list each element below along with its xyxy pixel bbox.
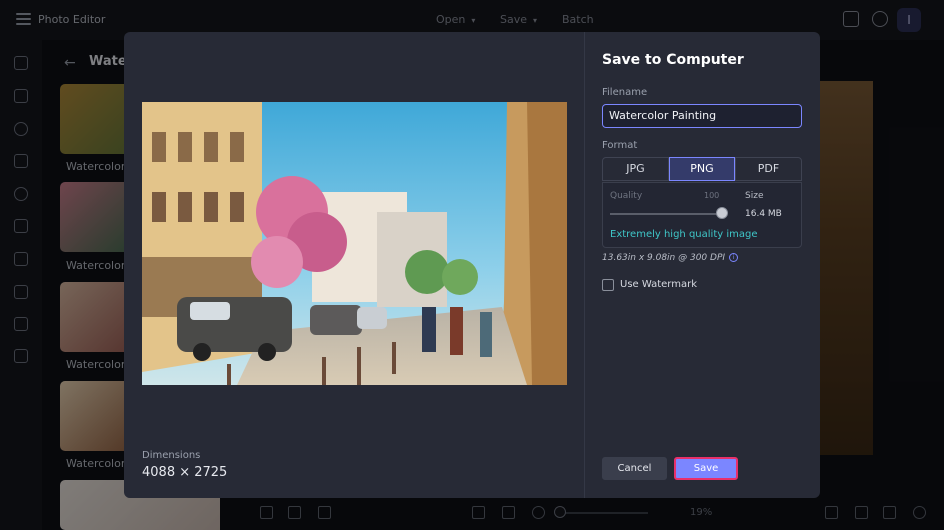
format-option-png[interactable]: PNG — [669, 157, 735, 181]
info-icon[interactable]: i — [729, 253, 739, 262]
quality-slider-handle[interactable] — [716, 207, 728, 219]
save-button[interactable]: Save — [674, 457, 738, 480]
quality-slider[interactable] — [610, 213, 722, 215]
format-label: Format — [602, 140, 638, 151]
format-option-jpg[interactable]: JPG — [602, 157, 669, 181]
watermark-checkbox[interactable] — [602, 279, 614, 291]
dimensions-label: Dimensions — [142, 450, 201, 461]
dimensions-value: 4088 × 2725 — [142, 465, 228, 480]
image-preview — [142, 102, 567, 385]
dialog-divider — [584, 32, 585, 498]
quality-label: Quality — [610, 191, 643, 201]
save-dialog: Dimensions 4088 × 2725 Save to Computer … — [124, 32, 820, 498]
dialog-title: Save to Computer — [602, 52, 744, 68]
size-label: Size — [745, 191, 764, 201]
quality-value: 100 — [704, 191, 720, 200]
size-value: 16.4 MB — [745, 209, 782, 219]
quality-description: Extremely high quality image — [610, 229, 758, 240]
cancel-button[interactable]: Cancel — [602, 457, 667, 480]
filename-label: Filename — [602, 87, 648, 98]
print-size-info: 13.63in x 9.08in @ 300 DPI i — [602, 253, 739, 263]
filename-input[interactable]: Watercolor Painting — [602, 104, 802, 128]
preview-artwork — [142, 102, 567, 385]
format-option-pdf[interactable]: PDF — [735, 157, 802, 181]
watermark-label[interactable]: Use Watermark — [620, 279, 697, 290]
quality-panel: Quality 100 Size 16.4 MB Extremely high … — [602, 182, 802, 248]
